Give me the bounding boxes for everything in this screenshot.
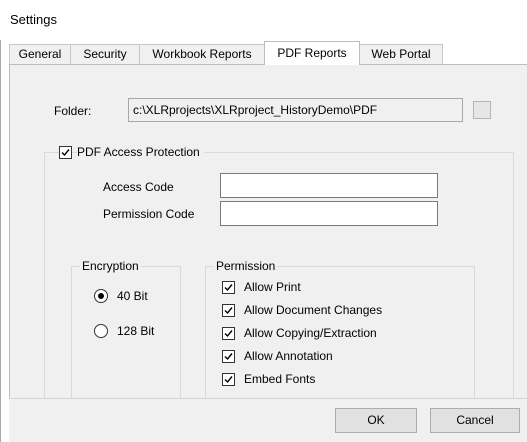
pdf-access-protection-checkbox[interactable] xyxy=(59,146,72,159)
allow-annotation-checkbox[interactable] xyxy=(222,350,235,363)
embed-fonts-label: Embed Fonts xyxy=(244,372,316,386)
radio-selected-dot xyxy=(98,293,104,299)
checkmark-icon xyxy=(224,376,233,384)
encryption-label: Encryption xyxy=(80,259,141,273)
cancel-button[interactable]: Cancel xyxy=(430,408,520,433)
allow-copying-extraction-checkbox[interactable] xyxy=(222,327,235,340)
allow-document-changes-label: Allow Document Changes xyxy=(244,303,383,317)
access-code-input[interactable] xyxy=(220,173,438,198)
checkmark-icon xyxy=(224,353,233,361)
pdf-access-protection-label: PDF Access Protection xyxy=(77,145,204,159)
ok-button[interactable]: OK xyxy=(335,408,417,433)
radio-128-bit[interactable] xyxy=(94,324,108,338)
radio-128-bit-label: 128 Bit xyxy=(117,324,155,338)
permission-label: Permission xyxy=(214,259,278,273)
allow-document-changes-checkbox[interactable] xyxy=(222,304,235,317)
radio-40-bit-label: 40 Bit xyxy=(117,289,148,303)
permission-code-label: Permission Code xyxy=(103,207,195,221)
embed-fonts-checkbox[interactable] xyxy=(222,373,235,386)
window-border xyxy=(0,0,1,442)
permission-code-input[interactable] xyxy=(220,201,438,226)
checkmark-icon xyxy=(224,284,233,292)
tab-security[interactable]: Security xyxy=(70,44,140,64)
access-code-label: Access Code xyxy=(103,180,174,194)
title-bar: Settings xyxy=(0,0,527,40)
allow-print-checkbox[interactable] xyxy=(222,281,235,294)
checkmark-icon xyxy=(224,330,233,338)
folder-label: Folder: xyxy=(54,104,92,118)
allow-annotation-label: Allow Annotation xyxy=(244,349,333,363)
tab-pdf-reports[interactable]: PDF Reports xyxy=(264,41,360,65)
tab-workbook-reports[interactable]: Workbook Reports xyxy=(139,44,265,64)
tab-general[interactable]: General xyxy=(9,44,71,64)
browse-folder-button[interactable] xyxy=(473,101,491,119)
allow-print-label: Allow Print xyxy=(244,280,301,294)
checkmark-icon xyxy=(61,149,70,157)
tab-web-portal[interactable]: Web Portal xyxy=(359,44,443,64)
checkmark-icon xyxy=(224,307,233,315)
window-title: Settings xyxy=(10,12,57,27)
folder-path-field[interactable]: c:\XLRprojects\XLRproject_HistoryDemo\PD… xyxy=(128,98,463,122)
radio-40-bit[interactable] xyxy=(94,289,108,303)
allow-copying-extraction-label: Allow Copying/Extraction xyxy=(244,326,377,340)
